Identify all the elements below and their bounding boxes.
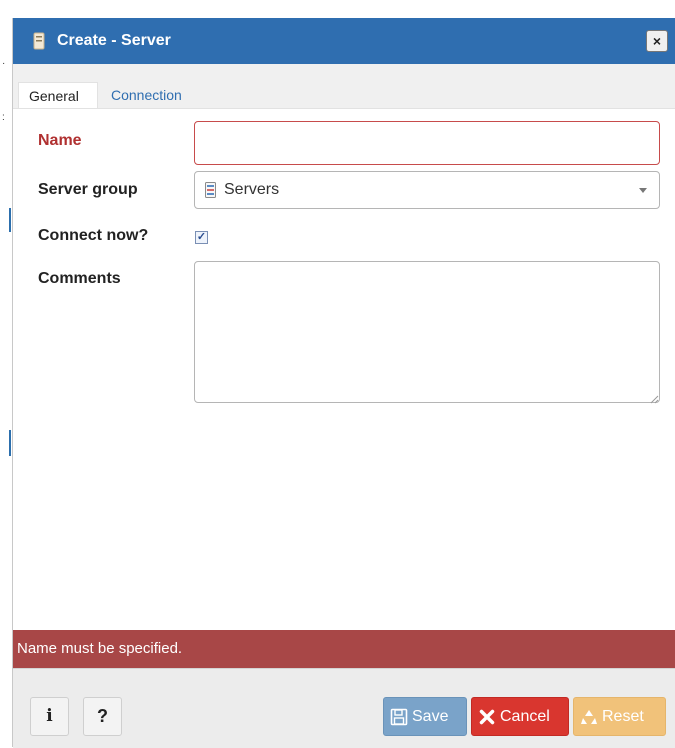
comments-textarea[interactable] xyxy=(194,261,660,403)
chevron-down-icon xyxy=(639,188,647,193)
error-message: Name must be specified. xyxy=(13,630,675,668)
create-server-dialog: Create - Server × General Connection Nam… xyxy=(12,18,675,748)
tab-connection[interactable]: Connection xyxy=(101,82,192,108)
server-group-value: Servers xyxy=(224,181,280,198)
server-icon xyxy=(33,32,45,50)
background-window-edge: · : xyxy=(0,0,12,747)
server-group-label: Server group xyxy=(38,181,138,198)
dialog-title: Create - Server xyxy=(57,32,171,49)
comments-label: Comments xyxy=(38,270,121,287)
recycle-icon xyxy=(580,708,598,726)
resize-grip-icon[interactable] xyxy=(649,391,659,404)
cancel-button[interactable]: Cancel xyxy=(471,697,569,736)
connect-now-label: Connect now? xyxy=(38,227,149,244)
background-mark: : xyxy=(2,112,5,123)
save-button[interactable]: Save xyxy=(383,697,467,736)
save-label: Save xyxy=(412,707,449,725)
background-selection-marker xyxy=(9,208,11,232)
close-button[interactable]: × xyxy=(646,30,668,52)
dialog-titlebar[interactable]: Create - Server × xyxy=(13,18,675,64)
tab-bar: General Connection xyxy=(13,64,675,109)
reset-label: Reset xyxy=(602,707,644,725)
dialog-footer: i ? Save Cancel Reset xyxy=(13,668,675,748)
background-selection-marker xyxy=(9,430,11,456)
background-mark: · xyxy=(2,58,6,69)
cancel-label: Cancel xyxy=(500,707,550,725)
name-input[interactable] xyxy=(194,121,660,165)
close-icon xyxy=(478,708,496,726)
name-label: Name xyxy=(38,132,82,149)
server-group-icon xyxy=(205,182,216,198)
info-button[interactable]: i xyxy=(30,697,69,736)
reset-button[interactable]: Reset xyxy=(573,697,666,736)
server-group-select[interactable]: Servers xyxy=(194,171,660,209)
help-button[interactable]: ? xyxy=(83,697,122,736)
floppy-disk-icon xyxy=(390,708,408,726)
connect-now-checkbox[interactable]: ✓ xyxy=(195,231,208,244)
tab-general[interactable]: General xyxy=(18,82,98,108)
